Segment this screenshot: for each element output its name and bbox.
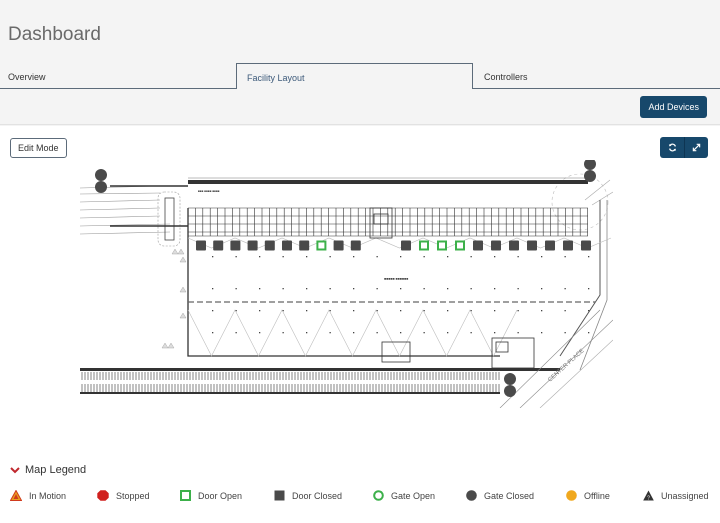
refresh-button[interactable] xyxy=(660,137,684,158)
gate-open-icon xyxy=(373,490,384,501)
map-controls xyxy=(660,137,708,158)
door-left-10[interactable] xyxy=(350,240,361,251)
door-left-3[interactable] xyxy=(230,240,241,251)
legend-item-offline: Offline xyxy=(566,490,610,501)
legend-item-gate-open: Gate Open xyxy=(373,490,435,501)
legend-item-door-open: Door Open xyxy=(180,490,242,501)
gate-6[interactable] xyxy=(504,385,516,397)
unassigned-markers xyxy=(161,248,187,349)
door-right-8[interactable] xyxy=(527,240,537,251)
legend-item-door-closed: Door Closed xyxy=(274,490,342,501)
in-motion-icon xyxy=(10,490,22,501)
edit-mode-button[interactable]: Edit Mode xyxy=(10,138,67,158)
chevron-down-icon xyxy=(10,466,20,473)
door-right-3[interactable] xyxy=(437,240,447,251)
svg-text:?: ? xyxy=(647,495,650,501)
refresh-icon xyxy=(668,143,676,152)
door-left-1[interactable] xyxy=(196,240,206,251)
map-legend: In Motion Stopped Door Open Door Closed … xyxy=(10,490,720,504)
offline-icon xyxy=(566,490,577,501)
legend-item-gate-closed: Gate Closed xyxy=(466,490,534,501)
svg-text:CENTER PLACE: CENTER PLACE xyxy=(547,348,585,383)
add-devices-button[interactable]: Add Devices xyxy=(640,96,707,118)
legend-title: Map Legend xyxy=(25,464,87,476)
facility-layout-panel: Edit Mode ■■■ ■■■■ ■■■■ ■■■■■ ■■■■■■ CEN… xyxy=(0,126,720,523)
door-right-11[interactable] xyxy=(581,240,591,251)
legend-item-stopped: Stopped xyxy=(97,490,150,501)
door-left-5[interactable] xyxy=(264,240,275,251)
door-right-9[interactable] xyxy=(545,240,555,251)
door-left-4[interactable] xyxy=(247,240,258,251)
door-right-10[interactable] xyxy=(563,240,573,251)
door-left-9[interactable] xyxy=(333,240,344,251)
building-outline xyxy=(187,208,500,357)
north-wall xyxy=(188,180,588,184)
door-left-8[interactable] xyxy=(316,240,327,251)
svg-text:■■■■■ ■■■■■■: ■■■■■ ■■■■■■ xyxy=(384,277,408,281)
column-grid xyxy=(212,256,590,334)
tab-facility-layout[interactable]: Facility Layout xyxy=(236,63,473,89)
door-left-6[interactable] xyxy=(282,240,292,251)
legend-item-in-motion: In Motion xyxy=(10,490,66,501)
floor-plan: ■■■ ■■■■ ■■■■ ■■■■■ ■■■■■■ CENTER PLACE xyxy=(80,160,613,408)
tab-overview[interactable]: Overview xyxy=(0,63,236,89)
gate-4[interactable] xyxy=(584,170,596,182)
door-right-6[interactable] xyxy=(491,240,501,251)
tab-controllers[interactable]: Controllers xyxy=(473,63,720,89)
tab-bar: Overview Facility Layout Controllers xyxy=(0,63,720,89)
svg-text:■■■ ■■■■ ■■■■: ■■■ ■■■■ ■■■■ xyxy=(198,189,220,193)
door-right-4[interactable] xyxy=(455,240,465,251)
door-left-2[interactable] xyxy=(213,240,224,251)
gate-1[interactable] xyxy=(95,169,107,181)
door-closed-icon xyxy=(274,490,285,501)
fullscreen-button[interactable] xyxy=(684,137,708,158)
door-open-icon xyxy=(180,490,191,501)
floor-plan-linework xyxy=(80,173,613,247)
door-right-2[interactable] xyxy=(419,240,429,251)
door-right-1[interactable] xyxy=(401,240,411,251)
expand-icon xyxy=(692,143,701,152)
gate-closed-icon xyxy=(466,490,477,501)
south-dock-hatch xyxy=(81,372,500,392)
page-title: Dashboard xyxy=(8,24,101,45)
gate-2[interactable] xyxy=(95,181,107,193)
unassigned-icon: ? xyxy=(643,490,654,501)
toolbar: Add Devices xyxy=(0,89,720,125)
zigzag-lines xyxy=(187,237,612,357)
facility-map[interactable]: ■■■ ■■■■ ■■■■ ■■■■■ ■■■■■■ CENTER PLACE xyxy=(80,160,613,408)
gate-markers xyxy=(95,160,596,397)
map-legend-toggle[interactable]: Map Legend xyxy=(10,464,86,476)
gate-3[interactable] xyxy=(584,160,596,170)
gate-5[interactable] xyxy=(504,373,516,385)
door-left-7[interactable] xyxy=(299,240,310,251)
door-right-7[interactable] xyxy=(509,240,519,251)
stopped-icon xyxy=(97,490,109,501)
door-right-5[interactable] xyxy=(473,240,483,251)
legend-item-unassigned: ? Unassigned xyxy=(643,490,709,501)
